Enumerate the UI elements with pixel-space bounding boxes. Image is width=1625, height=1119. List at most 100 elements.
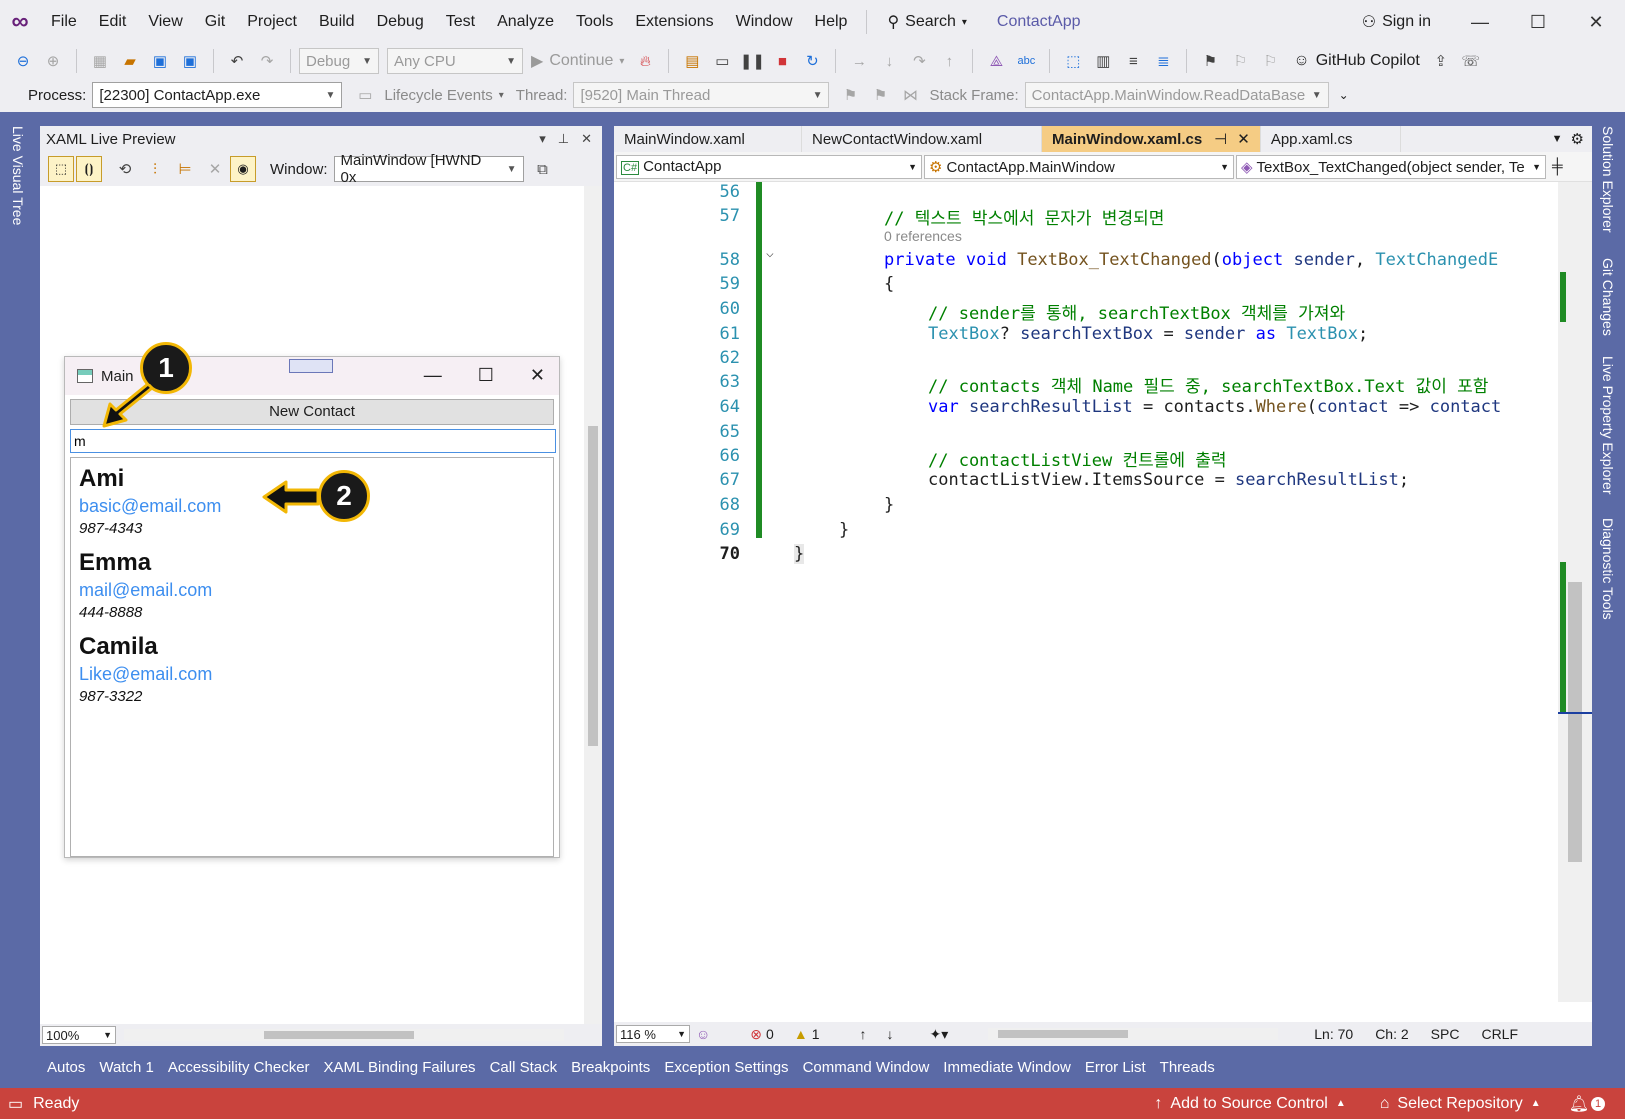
preview-eye-icon[interactable]: ◉ <box>230 156 256 182</box>
select-element-icon[interactable]: ⬚ <box>48 156 74 182</box>
member-nav-select[interactable]: ◈ TextBox_TextChanged(object sender, Te ▼ <box>1236 154 1546 179</box>
column-indicator[interactable]: Ch: 2 <box>1375 1026 1408 1042</box>
scroll-thumb[interactable] <box>998 1030 1129 1038</box>
tab-exception-settings[interactable]: Exception Settings <box>657 1059 795 1076</box>
thread-select[interactable]: [9520] Main Thread ▼ <box>573 82 830 108</box>
diagnostics-icon[interactable]: ⟁ <box>985 50 1007 72</box>
redo-icon[interactable]: ↷ <box>256 50 278 72</box>
new-item-icon[interactable]: ▦ <box>89 50 111 72</box>
show-next-statement-icon[interactable]: → <box>848 50 870 72</box>
github-copilot-button[interactable]: ☺ GitHub Copilot <box>1293 52 1419 70</box>
whitespace-indicator[interactable]: SPC <box>1431 1026 1460 1042</box>
copilot-status-icon[interactable]: ☺ <box>696 1026 710 1042</box>
preview-horizontal-scrollbar[interactable] <box>124 1029 564 1041</box>
browse-icon[interactable]: ▤ <box>681 50 703 72</box>
tab-command-window[interactable]: Command Window <box>796 1059 937 1076</box>
uncomment-icon[interactable]: ≣ <box>1152 50 1174 72</box>
window-layout-icon[interactable]: ▭ <box>711 50 733 72</box>
tab-immediate-window[interactable]: Immediate Window <box>936 1059 1078 1076</box>
detach-window-icon[interactable]: ⧉ <box>532 158 554 180</box>
search-input[interactable] <box>70 429 556 453</box>
tab-mainwindow-xaml[interactable]: MainWindow.xaml <box>614 126 802 152</box>
tab-app-xaml-cs[interactable]: App.xaml.cs <box>1261 126 1401 152</box>
hot-reload-icon[interactable]: 🔥︎ <box>634 50 656 72</box>
menu-help[interactable]: Help <box>804 0 859 44</box>
undo-icon[interactable]: ↶ <box>226 50 248 72</box>
display-adorners-icon[interactable]: ⦗⦘ <box>76 156 102 182</box>
continue-button[interactable]: ▶ Continue ▾ <box>531 51 624 71</box>
tab-autos[interactable]: Autos <box>40 1059 92 1076</box>
tab-mainwindow-xaml-cs[interactable]: MainWindow.xaml.cs ⊣ ✕ <box>1042 126 1261 152</box>
list-item[interactable]: Camila Like@email.com 987-3322 <box>79 632 545 708</box>
process-select[interactable]: [22300] ContactApp.exe ▼ <box>92 82 343 108</box>
platform-select[interactable]: Any CPU ▼ <box>387 48 523 74</box>
bookmark-icon[interactable]: ⚑ <box>1199 50 1221 72</box>
track-focus-icon[interactable]: ⟲ <box>114 158 136 180</box>
app-maximize-button[interactable]: ☐ <box>478 365 494 386</box>
close-button[interactable]: ✕ <box>1567 12 1625 33</box>
scroll-thumb[interactable] <box>1568 582 1582 862</box>
spell-check-icon[interactable]: abc <box>1015 50 1037 72</box>
share-icon[interactable]: ⇪ <box>1430 50 1452 72</box>
menu-build[interactable]: Build <box>308 0 366 44</box>
toolbar-overflow-icon[interactable]: ⌄ <box>1339 88 1349 102</box>
preview-vertical-scrollbar[interactable] <box>584 186 602 1046</box>
panel-menu-icon[interactable]: ▾ <box>539 131 546 147</box>
stack-frame-select[interactable]: ContactApp.MainWindow.ReadDataBase ▼ <box>1024 82 1329 108</box>
tab-watch-1[interactable]: Watch 1 <box>92 1059 160 1076</box>
menu-tools[interactable]: Tools <box>565 0 624 44</box>
window-select[interactable]: MainWindow [HWND 0x ▼ <box>333 152 524 186</box>
close-icon[interactable]: ✕ <box>581 131 592 147</box>
scroll-thumb[interactable] <box>264 1031 414 1039</box>
menu-analyze[interactable]: Analyze <box>486 0 565 44</box>
minimize-button[interactable]: — <box>1451 12 1509 33</box>
line-ending-indicator[interactable]: CRLF <box>1481 1026 1518 1042</box>
select-repository-button[interactable]: ⌂ Select Repository ▲ <box>1380 1095 1541 1113</box>
tab-xaml-binding-failures[interactable]: XAML Binding Failures <box>317 1059 483 1076</box>
preview-zoom-select[interactable]: 100% ▼ <box>42 1026 116 1044</box>
contact-list[interactable]: Ami basic@email.com 987-4343 Emma mail@e… <box>70 457 554 857</box>
app-minimize-button[interactable]: — <box>424 365 442 386</box>
maximize-button[interactable]: ☐ <box>1509 12 1567 33</box>
menu-file[interactable]: File <box>40 0 88 44</box>
feedback-icon[interactable]: ☏ <box>1460 50 1482 72</box>
flag-all-threads-icon[interactable]: ⚑ <box>869 84 891 106</box>
toolbar-grip-icon[interactable] <box>289 359 333 373</box>
add-to-source-control-button[interactable]: ↑ Add to Source Control ▲ <box>1154 1095 1345 1113</box>
editor-vertical-scrollbar[interactable] <box>1558 182 1592 1002</box>
configuration-select[interactable]: Debug ▼ <box>299 48 379 74</box>
navigate-back-icon[interactable]: ⊖ <box>12 50 34 72</box>
settings-gear-icon[interactable]: ⚙ <box>1571 130 1584 148</box>
tab-newcontactwindow-xaml[interactable]: NewContactWindow.xaml <box>802 126 1042 152</box>
diagnostic-tools-tab[interactable]: Diagnostic Tools <box>1600 518 1616 620</box>
lifecycle-events-label[interactable]: Lifecycle Events <box>384 87 492 104</box>
comment-icon[interactable]: ≡ <box>1122 50 1144 72</box>
warning-count[interactable]: ▲ 1 <box>794 1026 820 1042</box>
error-count[interactable]: ⊗ 0 <box>750 1026 774 1043</box>
collapse-icon[interactable]: ⌵ <box>766 246 774 261</box>
menu-project[interactable]: Project <box>236 0 308 44</box>
live-property-explorer-tab[interactable]: Live Property Explorer <box>1600 356 1616 495</box>
close-tab-icon[interactable]: ✕ <box>1237 130 1250 148</box>
editor-zoom-select[interactable]: 116 % ▼ <box>616 1025 690 1043</box>
navigate-forward-icon[interactable]: ⊕ <box>42 50 64 72</box>
menu-window[interactable]: Window <box>725 0 804 44</box>
split-editor-icon[interactable]: ╪ <box>1552 158 1563 175</box>
show-threads-icon[interactable]: ⋈ <box>899 84 921 106</box>
menu-git[interactable]: Git <box>194 0 236 44</box>
menu-edit[interactable]: Edit <box>88 0 138 44</box>
pause-icon[interactable]: ❚❚ <box>740 50 765 72</box>
pin-icon[interactable]: ⊥ <box>558 131 569 147</box>
tab-error-list[interactable]: Error List <box>1078 1059 1153 1076</box>
step-out-icon[interactable]: ↑ <box>938 50 960 72</box>
menu-extensions[interactable]: Extensions <box>624 0 724 44</box>
tab-call-stack[interactable]: Call Stack <box>483 1059 565 1076</box>
solution-explorer-tab[interactable]: Solution Explorer <box>1600 126 1616 233</box>
scroll-thumb[interactable] <box>588 426 598 746</box>
git-changes-tab[interactable]: Git Changes <box>1600 258 1616 336</box>
app-close-button[interactable]: ✕ <box>530 365 545 386</box>
stop-icon[interactable]: ■ <box>771 50 793 72</box>
step-into-icon[interactable]: ↓ <box>878 50 900 72</box>
class-nav-select[interactable]: ⚙ ContactApp.MainWindow ▼ <box>924 154 1234 179</box>
tab-threads[interactable]: Threads <box>1153 1059 1222 1076</box>
